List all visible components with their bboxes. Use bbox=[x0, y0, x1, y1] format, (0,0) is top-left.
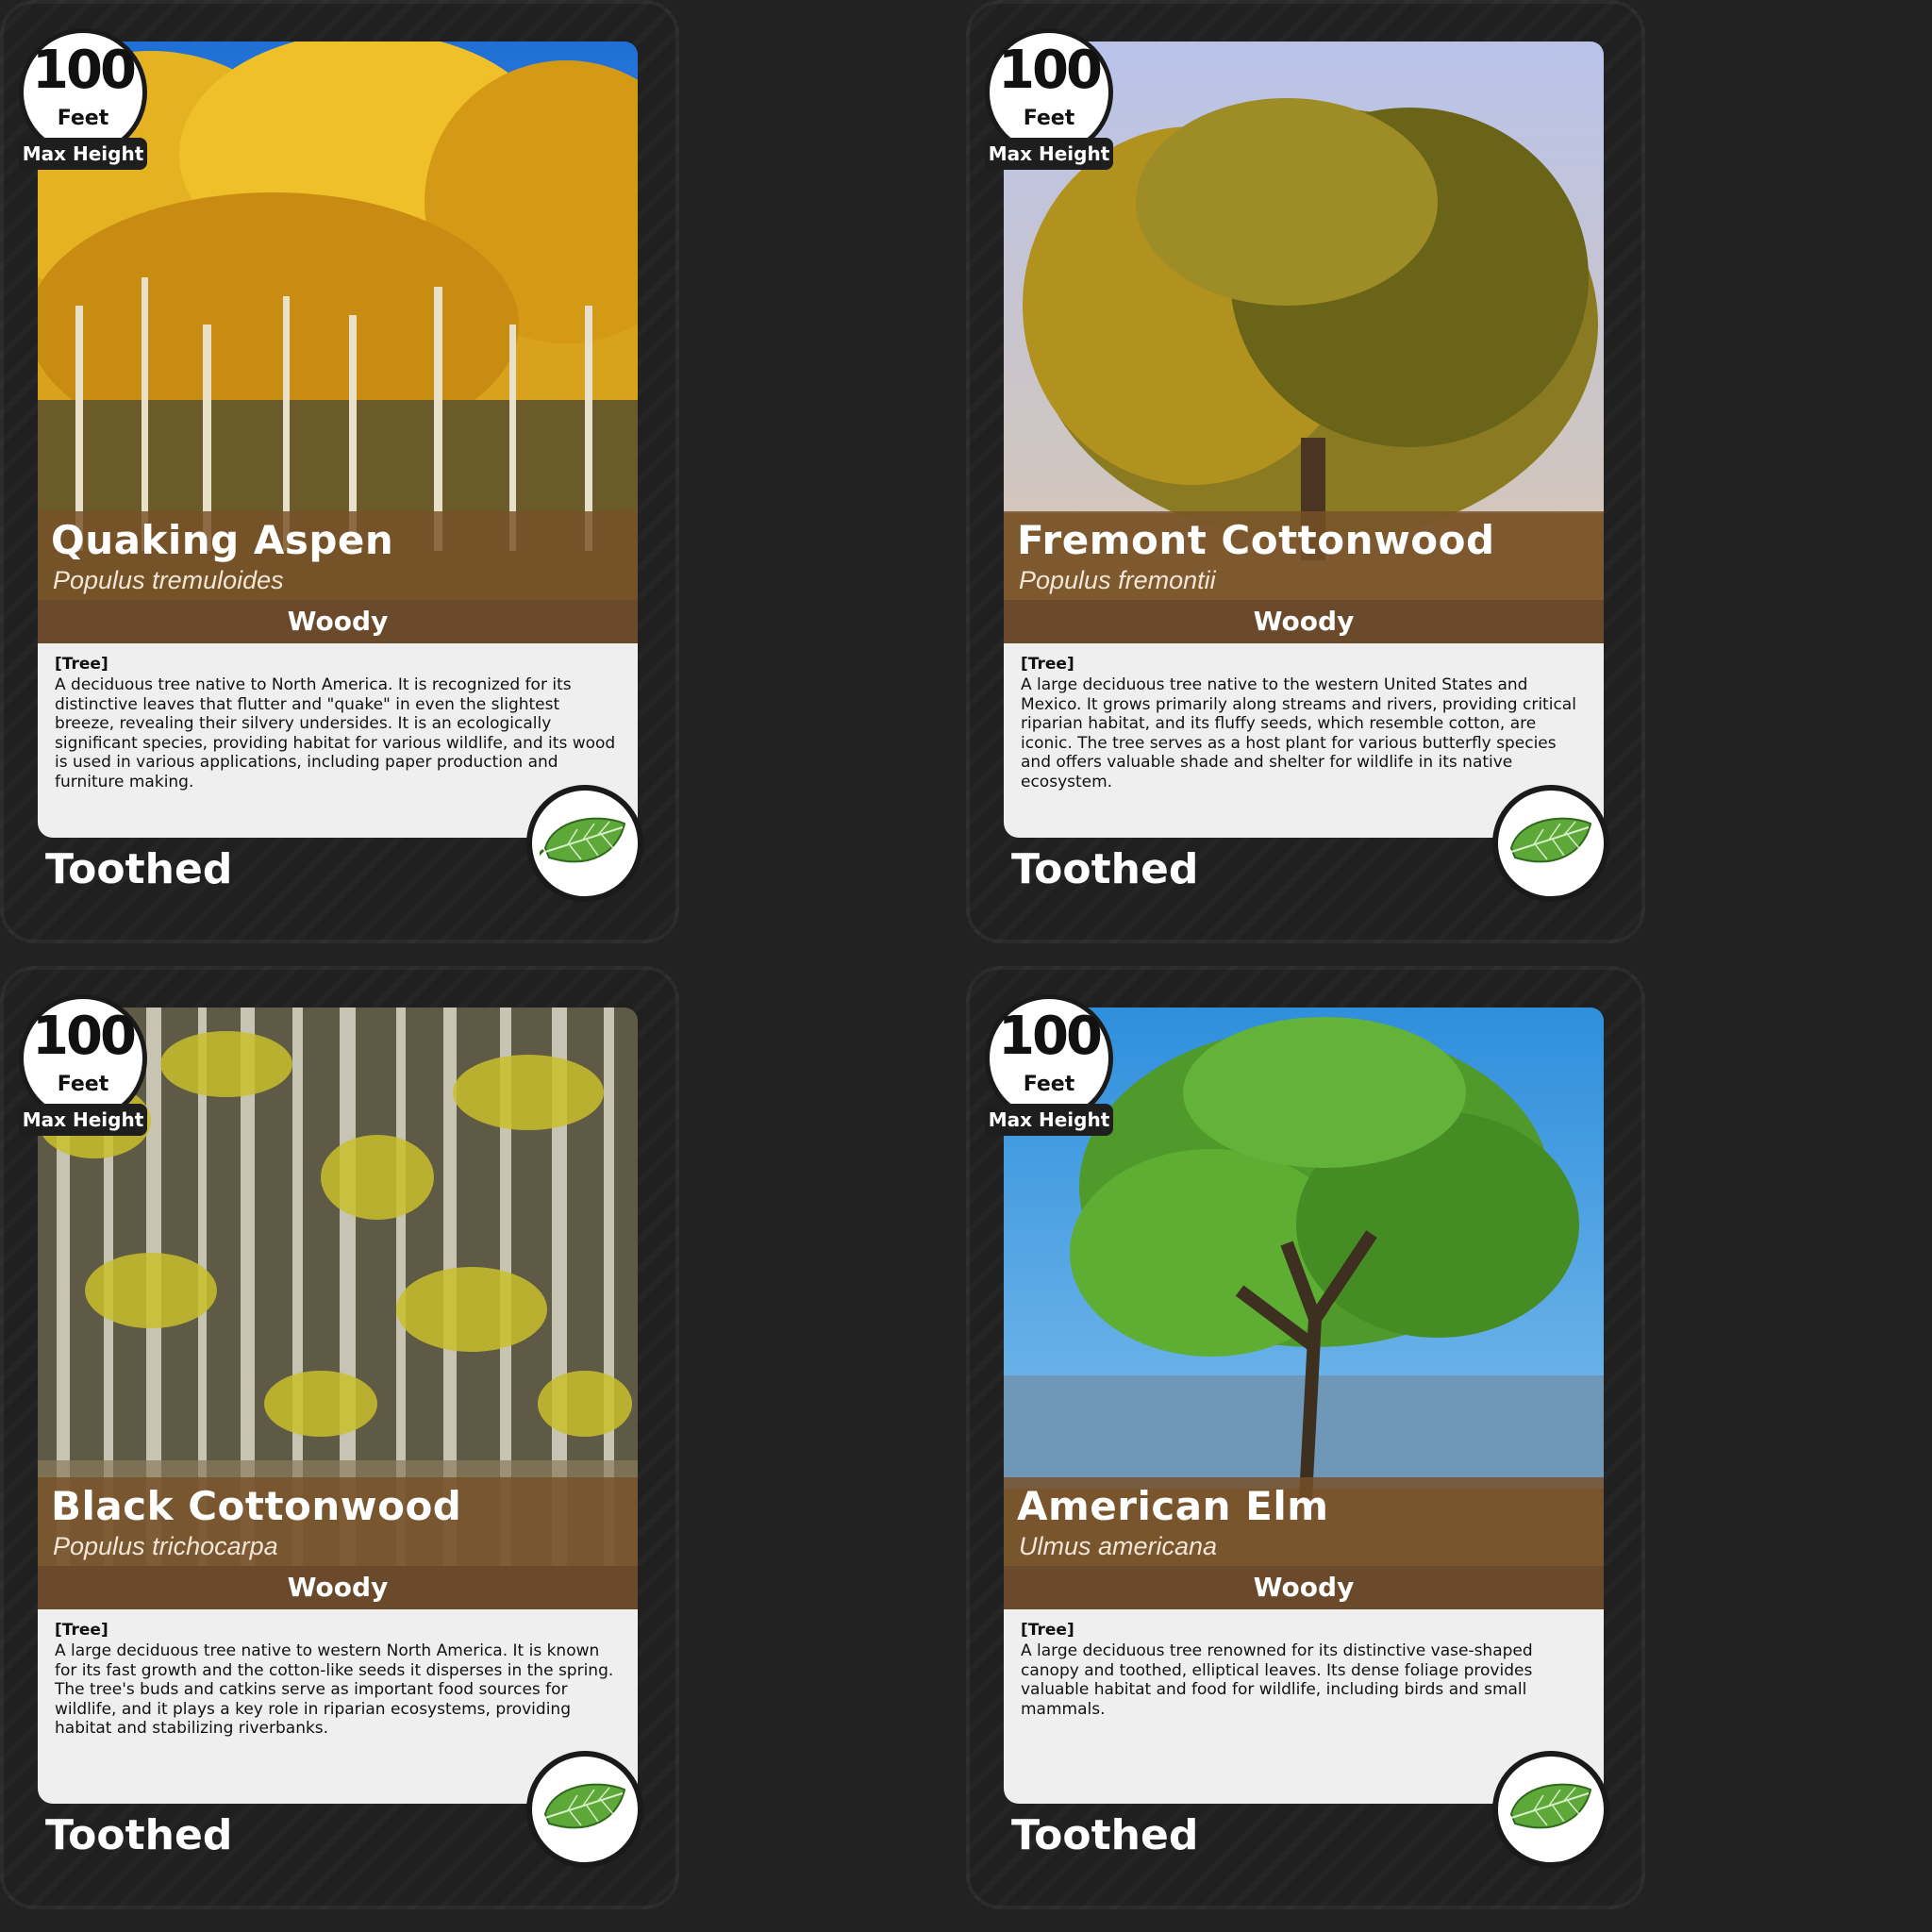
height-unit: Feet bbox=[57, 107, 109, 130]
height-value: 100 bbox=[998, 1006, 1103, 1067]
scientific-name: Populus trichocarpa bbox=[53, 1532, 278, 1560]
plant-card-quaking-aspen[interactable]: Quaking Aspen Populus tremuloides Woody … bbox=[0, 0, 679, 943]
plant-card-black-cottonwood[interactable]: Black Cottonwood Populus trichocarpa Woo… bbox=[0, 966, 679, 1909]
height-value: 100 bbox=[32, 1006, 137, 1067]
leaf-type-label: Toothed bbox=[45, 1811, 233, 1859]
name-band: Quaking Aspen Populus tremuloides bbox=[38, 511, 638, 600]
category-label: Woody bbox=[38, 600, 638, 643]
height-value: 100 bbox=[998, 40, 1103, 101]
name-band: Fremont Cottonwood Populus fremontii bbox=[1004, 511, 1604, 600]
plant-card-fremont-cottonwood[interactable]: Fremont Cottonwood Populus fremontii Woo… bbox=[966, 0, 1645, 943]
plant-form-tag: [Tree] bbox=[55, 1621, 108, 1640]
height-value: 100 bbox=[32, 40, 137, 101]
category-label: Woody bbox=[1004, 1566, 1604, 1609]
toothed-leaf-icon bbox=[1492, 1751, 1609, 1868]
max-height-label: Max Height bbox=[19, 1104, 147, 1136]
leaf-type-label: Toothed bbox=[45, 845, 233, 893]
plant-card-american-elm[interactable]: American Elm Ulmus americana Woody [Tree… bbox=[966, 966, 1645, 1909]
plant-form-tag: [Tree] bbox=[55, 655, 108, 674]
name-band: American Elm Ulmus americana bbox=[1004, 1477, 1604, 1566]
height-unit: Feet bbox=[57, 1073, 109, 1096]
height-unit: Feet bbox=[1023, 107, 1075, 130]
common-name: Fremont Cottonwood bbox=[1017, 517, 1495, 563]
toothed-leaf-icon bbox=[1492, 785, 1609, 902]
category-label: Woody bbox=[38, 1566, 638, 1609]
leaf-type-label: Toothed bbox=[1011, 1811, 1199, 1859]
toothed-leaf-icon bbox=[526, 785, 643, 902]
common-name: Quaking Aspen bbox=[51, 517, 394, 563]
scientific-name: Populus tremuloides bbox=[53, 566, 284, 594]
scientific-name: Ulmus americana bbox=[1019, 1532, 1218, 1560]
scientific-name: Populus fremontii bbox=[1019, 566, 1216, 594]
category-label: Woody bbox=[1004, 600, 1604, 643]
description-text: A deciduous tree native to North America… bbox=[55, 675, 616, 791]
toothed-leaf-icon bbox=[526, 1751, 643, 1868]
name-band: Black Cottonwood Populus trichocarpa bbox=[38, 1477, 638, 1566]
description-text: A large deciduous tree native to the wes… bbox=[1021, 675, 1576, 791]
common-name: American Elm bbox=[1017, 1483, 1329, 1529]
max-height-label: Max Height bbox=[19, 138, 147, 170]
max-height-label: Max Height bbox=[985, 1104, 1113, 1136]
height-unit: Feet bbox=[1023, 1073, 1075, 1096]
description-text: A large deciduous tree native to western… bbox=[55, 1641, 614, 1738]
leaf-type-label: Toothed bbox=[1011, 845, 1199, 893]
common-name: Black Cottonwood bbox=[51, 1483, 462, 1529]
plant-form-tag: [Tree] bbox=[1021, 655, 1074, 674]
max-height-label: Max Height bbox=[985, 138, 1113, 170]
description-text: A large deciduous tree renowned for its … bbox=[1021, 1641, 1533, 1719]
plant-form-tag: [Tree] bbox=[1021, 1621, 1074, 1640]
